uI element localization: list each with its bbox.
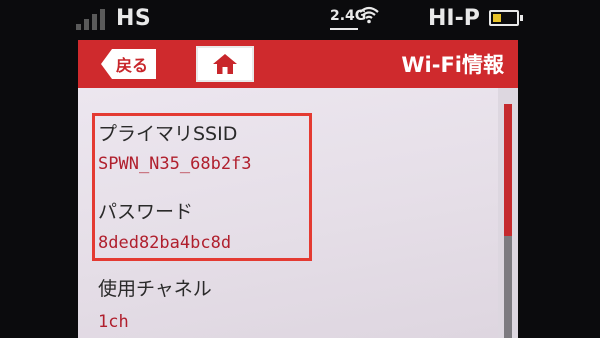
header-bar: 戻る Wi-Fi情報 [78, 40, 518, 88]
ssid-value: SPWN_N35_68b2f3 [98, 154, 252, 174]
mode-indicator: HI-P [428, 6, 480, 31]
signal-bar [92, 14, 97, 30]
signal-bar [76, 24, 81, 30]
ssid-label: プライマリSSID [98, 123, 238, 145]
page-title: Wi-Fi情報 [401, 53, 504, 77]
battery-level [493, 14, 501, 22]
signal-bar [84, 19, 89, 30]
home-button[interactable] [196, 46, 254, 82]
scrollbar[interactable] [498, 88, 518, 338]
back-button-label: 戻る [116, 56, 149, 75]
password-value: 8ded82ba4bc8d [98, 233, 232, 253]
network-type: HS [116, 6, 152, 31]
back-button[interactable]: 戻る [100, 48, 158, 80]
channel-label: 使用チャネル [98, 278, 212, 300]
channel-value: 1ch [98, 312, 129, 332]
password-label: パスワード [98, 201, 194, 223]
battery-icon [489, 10, 523, 26]
home-icon [213, 54, 237, 74]
signal-bar [100, 9, 105, 30]
wifi-icon [359, 6, 379, 24]
status-bar: HS 2.4G HI-P [0, 0, 600, 40]
band-underline [330, 28, 358, 30]
scrollbar-thumb[interactable] [504, 104, 512, 236]
wifi-info-panel: プライマリSSID SPWN_N35_68b2f3 パスワード 8ded82ba… [78, 88, 498, 338]
battery-tip [520, 15, 523, 21]
signal-icon [76, 8, 110, 30]
